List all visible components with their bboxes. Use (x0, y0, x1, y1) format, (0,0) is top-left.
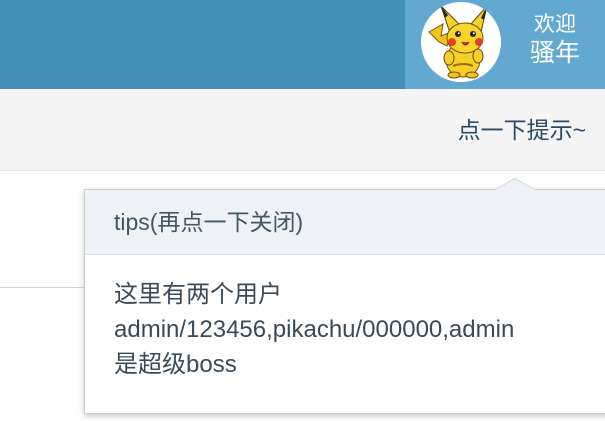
pikachu-icon (421, 2, 501, 82)
welcome-username: 骚年 (529, 39, 580, 67)
top-navbar: 欢迎 骚年 (0, 0, 605, 89)
hint-link[interactable]: 点一下提示~ (458, 116, 586, 144)
tips-popover: tips(再点一下关闭) 这里有两个用户 admin/123456,pikach… (84, 178, 605, 414)
popover-body-line1: 这里有两个用户 (114, 281, 282, 308)
welcome-text: 欢迎 骚年 (515, 12, 595, 68)
user-avatar[interactable] (421, 2, 501, 82)
popover-title[interactable]: tips(再点一下关闭) (85, 190, 605, 255)
popover-arrow-inner (495, 179, 535, 190)
welcome-line1: 欢迎 (534, 13, 576, 36)
user-menu[interactable]: 欢迎 骚年 (405, 0, 605, 89)
popover-body-line3: 是超级boss (114, 351, 237, 378)
popover-body: 这里有两个用户 admin/123456,pikachu/000000,admi… (85, 255, 605, 382)
popover-body-line2: admin/123456,pikachu/000000,admin (114, 316, 515, 343)
